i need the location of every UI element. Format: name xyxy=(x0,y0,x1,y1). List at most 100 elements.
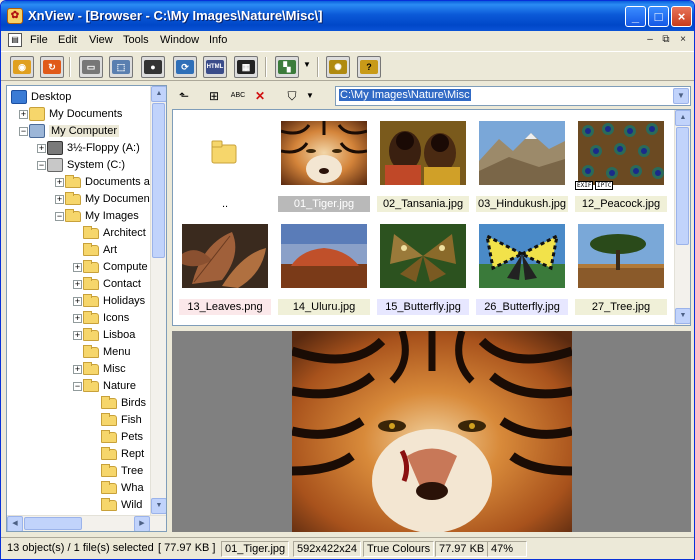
refresh-button[interactable]: ↻ xyxy=(40,56,64,78)
parent-folder-button[interactable]: ⬑ xyxy=(175,88,193,104)
document-close-button[interactable]: × xyxy=(676,34,690,47)
close-button[interactable]: × xyxy=(671,6,692,27)
tree-item-label: Contact xyxy=(103,278,141,290)
thumbnail-item[interactable]: 15_Butterfly.jpg xyxy=(377,221,469,319)
tree-hscroll-thumb[interactable] xyxy=(24,517,82,530)
main-toolbar: ◉ ↻ ▭ ⬚ ● ⟳ HTML ▦ ▚ ▼ ✺ ? xyxy=(1,51,694,81)
tree-item-label: Nature xyxy=(103,380,137,392)
expand-icon[interactable]: + xyxy=(73,263,82,272)
address-dropdown-arrow-icon[interactable]: ▼ xyxy=(673,88,689,104)
exif-badge: EXIF xyxy=(575,181,594,190)
status-filename: 01_Tiger.jpg xyxy=(221,541,290,557)
expand-icon[interactable]: + xyxy=(37,144,46,153)
folder-icon xyxy=(83,362,99,375)
slideshow-dropdown-arrow-icon[interactable]: ▼ xyxy=(303,60,311,69)
address-bar[interactable]: C:\My Images\Nature\Misc ▼ xyxy=(335,86,691,106)
contact-sheet-icon: ▦ xyxy=(237,60,255,74)
menu-view[interactable]: View xyxy=(89,34,113,46)
drive-icon xyxy=(47,158,63,172)
tree-item-label: Architect xyxy=(103,227,146,239)
menu-tools[interactable]: Tools xyxy=(123,34,149,46)
tree-horizontal-scrollbar[interactable]: ◀ ▶ xyxy=(7,515,166,531)
tree-scroll-thumb[interactable] xyxy=(152,103,165,258)
grid-vertical-scrollbar[interactable]: ▲ ▼ xyxy=(674,110,690,325)
new-folder-button[interactable]: ⊞ xyxy=(205,88,223,104)
expand-icon[interactable]: + xyxy=(55,195,64,204)
xnview-app-icon[interactable]: ✿ xyxy=(7,8,23,24)
print-button[interactable]: ▭ xyxy=(79,56,103,78)
menu-window[interactable]: Window xyxy=(160,34,199,46)
scroll-down-arrow-icon[interactable]: ▼ xyxy=(151,498,166,514)
slideshow-button[interactable]: ▚ xyxy=(275,56,299,78)
menu-file[interactable]: File xyxy=(30,34,48,46)
thumbnail-item[interactable]: 14_Uluru.jpg xyxy=(278,221,370,319)
tree-item-label: Wild xyxy=(121,499,143,511)
expand-icon[interactable]: + xyxy=(73,280,82,289)
capture-button[interactable]: ● xyxy=(141,56,165,78)
floppy-icon xyxy=(47,141,63,155)
tree-item-label: My Images xyxy=(85,210,139,222)
help-button[interactable]: ? xyxy=(357,56,381,78)
preview-image-tiger xyxy=(292,331,572,532)
thumbnail-caption: 03_Hindukush.jpg xyxy=(476,196,568,212)
menu-info[interactable]: Info xyxy=(209,34,227,46)
thumbnail-item[interactable]: 27_Tree.jpg xyxy=(575,221,667,319)
expand-icon[interactable]: + xyxy=(19,110,28,119)
folder-icon xyxy=(83,311,99,324)
menu-edit[interactable]: Edit xyxy=(58,34,77,46)
camera-icon: ● xyxy=(144,60,162,74)
rename-button[interactable]: ABC xyxy=(229,88,247,104)
thumbnail-item[interactable]: .. xyxy=(179,118,271,216)
folder-tree[interactable]: Desktop + My Documents − My Computer +3½-Flop… xyxy=(6,85,167,532)
slideshow-icon: ▚ xyxy=(278,60,296,74)
expand-icon[interactable]: + xyxy=(73,365,82,374)
tree-item-label: Documents a xyxy=(85,176,150,188)
filter-dropdown-arrow-icon[interactable]: ▼ xyxy=(301,88,319,104)
tree-item-label: Birds xyxy=(121,397,147,409)
filter-button[interactable]: ⛉ xyxy=(283,88,301,104)
thumbnail-item[interactable]: 13_Leaves.png xyxy=(179,221,271,319)
view-button[interactable]: ◉ xyxy=(10,56,34,78)
expand-icon[interactable]: + xyxy=(55,178,64,187)
maximize-button[interactable]: □ xyxy=(648,6,669,27)
thumbnail-item[interactable]: 26_Butterfly.jpg xyxy=(476,221,568,319)
document-minimize-button[interactable]: – xyxy=(643,34,657,47)
thumbnail-image xyxy=(281,224,367,288)
print-icon: ▭ xyxy=(82,60,100,74)
document-system-menu-icon[interactable]: ▤ xyxy=(8,33,22,47)
thumbnail-image xyxy=(380,121,466,185)
scroll-up-arrow-icon[interactable]: ▲ xyxy=(151,86,166,102)
expand-icon[interactable]: + xyxy=(73,297,82,306)
thumbnail-item[interactable]: EXIF IPTC 12_Peacock.jpg xyxy=(575,118,667,216)
scroll-left-arrow-icon[interactable]: ◀ xyxy=(7,516,23,531)
thumbnail-item[interactable]: 02_Tansania.jpg xyxy=(377,118,469,216)
contact-sheet-button[interactable]: ▦ xyxy=(234,56,258,78)
thumbnail-item[interactable]: 03_Hindukush.jpg xyxy=(476,118,568,216)
grid-scroll-thumb[interactable] xyxy=(676,127,689,245)
address-input[interactable]: C:\My Images\Nature\Misc xyxy=(339,89,471,101)
minimize-button[interactable]: _ xyxy=(625,6,646,27)
expand-icon[interactable]: + xyxy=(73,331,82,340)
tree-vertical-scrollbar[interactable]: ▲ ▼ xyxy=(150,86,166,515)
scan-button[interactable]: ⬚ xyxy=(109,56,133,78)
document-restore-button[interactable]: ⧉ xyxy=(659,34,673,47)
settings-button[interactable]: ✺ xyxy=(326,56,350,78)
folder-icon xyxy=(101,396,117,409)
grid-scroll-up-arrow-icon[interactable]: ▲ xyxy=(675,110,690,126)
thumbnail-item[interactable]: 01_Tiger.jpg xyxy=(278,118,370,216)
delete-button[interactable]: ✕ xyxy=(251,88,269,104)
preview-pane[interactable] xyxy=(172,331,691,532)
folder-icon xyxy=(101,464,117,477)
collapse-icon[interactable]: − xyxy=(73,382,82,391)
title-bar[interactable]: ✿ XnView - [Browser - C:\My Images\Natur… xyxy=(1,1,694,31)
tree-item-label: Fish xyxy=(121,414,142,426)
thumbnail-grid[interactable]: .. 01_Tiger.jpg 02_Tansania.jpg 03_Hindukus… xyxy=(172,109,691,326)
scroll-right-arrow-icon[interactable]: ▶ xyxy=(134,516,150,531)
collapse-icon[interactable]: − xyxy=(19,127,28,136)
html-button[interactable]: HTML xyxy=(203,56,227,78)
convert-button[interactable]: ⟳ xyxy=(173,56,197,78)
collapse-icon[interactable]: − xyxy=(55,212,64,221)
collapse-icon[interactable]: − xyxy=(37,161,46,170)
expand-icon[interactable]: + xyxy=(73,314,82,323)
grid-scroll-down-arrow-icon[interactable]: ▼ xyxy=(675,308,690,324)
